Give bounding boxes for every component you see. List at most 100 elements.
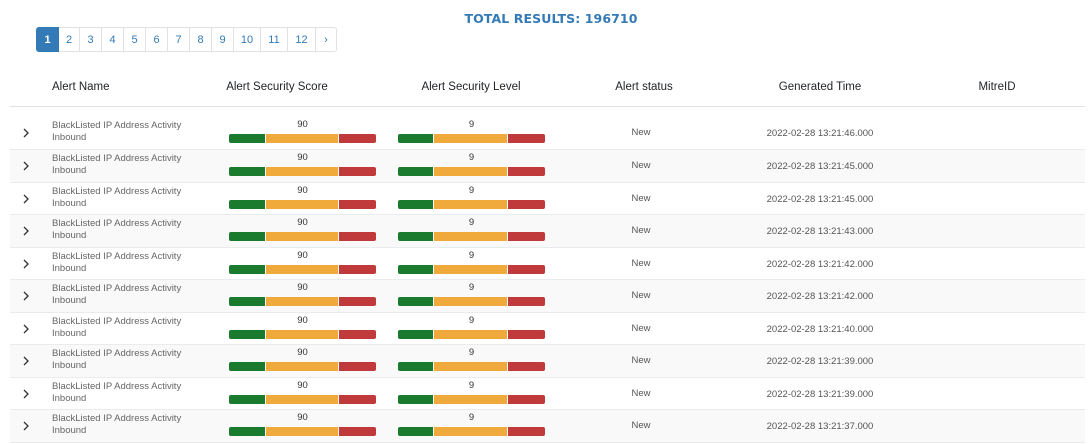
security-score-bar: 90: [229, 380, 376, 404]
security-level-bar: 9: [398, 185, 545, 209]
page-6-button[interactable]: 6: [145, 27, 168, 52]
pagination: 1 2 3 4 5 6 7 8 9 10 11 12 ›: [36, 27, 337, 52]
chevron-right-icon[interactable]: [21, 127, 31, 139]
page-10-button[interactable]: 10: [233, 27, 261, 52]
security-score-value: 90: [297, 282, 308, 293]
alert-name: BlackListed IP Address Activity Inbound: [52, 283, 182, 306]
column-header-alert-name[interactable]: Alert Name: [52, 81, 110, 93]
chevron-right-icon[interactable]: [21, 258, 31, 270]
security-level-bar: 9: [398, 412, 545, 436]
chevron-right-icon[interactable]: [21, 420, 31, 432]
status-badge: New: [631, 387, 651, 399]
security-level-value: 9: [468, 217, 475, 228]
security-level-value: 9: [468, 314, 475, 326]
bar-segment-green: [229, 394, 265, 404]
security-score-bar: 90: [229, 315, 376, 339]
page-4-button[interactable]: 4: [101, 27, 124, 52]
security-level-bar: 9: [398, 282, 545, 306]
bar-segment-green: [398, 329, 433, 339]
column-header-generated-time[interactable]: Generated Time: [779, 81, 861, 93]
bar-segment-green: [398, 167, 433, 176]
generated-time: 2022-02-28 13:21:37.000: [766, 421, 874, 432]
page-8-button[interactable]: 8: [189, 27, 212, 52]
chevron-right-icon[interactable]: [21, 193, 31, 205]
bar-segment-red: [339, 134, 376, 143]
bar-segment-orange: [266, 329, 338, 339]
bar-segment-red: [339, 394, 376, 404]
bar-segment-orange: [266, 199, 338, 209]
bar-segment-green: [229, 297, 265, 306]
alert-name: BlackListed IP Address Activity Inbound: [52, 185, 182, 209]
security-level-bar: 9: [398, 217, 545, 241]
table-row[interactable]: BlackListed IP Address Activity Inbound …: [10, 378, 1085, 410]
bar-segment-orange: [434, 329, 507, 339]
table-row[interactable]: BlackListed IP Address Activity Inbound …: [10, 313, 1085, 345]
security-score-value: 90: [297, 119, 308, 130]
chevron-right-icon[interactable]: [21, 323, 31, 335]
status-badge: New: [631, 192, 651, 204]
status-badge: New: [631, 322, 651, 334]
security-score-value: 90: [297, 249, 308, 261]
page-11-button[interactable]: 11: [260, 27, 288, 52]
bar-segment-red: [339, 167, 376, 176]
page-5-button[interactable]: 5: [123, 27, 146, 52]
bar-segment-red: [339, 362, 376, 371]
page-7-button[interactable]: 7: [167, 27, 190, 52]
table-row[interactable]: BlackListed IP Address Activity Inbound …: [10, 117, 1085, 150]
generated-time: 2022-02-28 13:21:40.000: [766, 323, 874, 335]
bar-segment-red: [508, 329, 545, 339]
alert-name: BlackListed IP Address Activity Inbound: [52, 315, 182, 339]
security-score-value: 90: [297, 184, 308, 196]
bar-segment-red: [508, 134, 545, 143]
status-badge: New: [631, 160, 651, 171]
bar-segment-green: [398, 199, 433, 209]
security-level-value: 9: [468, 347, 475, 358]
column-header-level[interactable]: Alert Security Level: [421, 81, 520, 93]
bar-segment-red: [339, 329, 376, 339]
bar-segment-green: [229, 264, 265, 274]
table-row[interactable]: BlackListed IP Address Activity Inbound …: [10, 410, 1085, 443]
generated-time: 2022-02-28 13:21:45.000: [766, 193, 874, 205]
bar-segment-red: [508, 362, 545, 371]
page-1-button[interactable]: 1: [36, 27, 59, 52]
table-row[interactable]: BlackListed IP Address Activity Inbound …: [10, 248, 1085, 280]
bar-segment-orange: [434, 362, 507, 371]
generated-time: 2022-02-28 13:21:39.000: [766, 388, 874, 400]
table-row[interactable]: BlackListed IP Address Activity Inbound …: [10, 183, 1085, 215]
security-level-value: 9: [468, 412, 475, 423]
page-3-button[interactable]: 3: [79, 27, 102, 52]
bar-segment-green: [398, 427, 433, 436]
table-row[interactable]: BlackListed IP Address Activity Inbound …: [10, 215, 1085, 248]
security-score-bar: 90: [229, 152, 376, 176]
bar-segment-orange: [266, 297, 338, 306]
next-page-button[interactable]: ›: [315, 27, 337, 52]
column-header-score[interactable]: Alert Security Score: [226, 81, 328, 93]
bar-segment-red: [508, 427, 545, 436]
bar-segment-orange: [434, 199, 507, 209]
table-row[interactable]: BlackListed IP Address Activity Inbound …: [10, 280, 1085, 313]
page-9-button[interactable]: 9: [211, 27, 234, 52]
table-row[interactable]: BlackListed IP Address Activity Inbound …: [10, 150, 1085, 183]
chevron-right-icon[interactable]: [21, 290, 31, 302]
bar-segment-green: [398, 297, 433, 306]
table-row[interactable]: BlackListed IP Address Activity Inbound …: [10, 345, 1085, 378]
column-header-status[interactable]: Alert status: [615, 81, 673, 93]
bar-segment-orange: [266, 167, 338, 176]
bar-segment-orange: [266, 134, 338, 143]
security-level-value: 9: [468, 379, 475, 391]
bar-segment-red: [339, 232, 376, 241]
bar-segment-orange: [434, 427, 507, 436]
bar-segment-green: [398, 394, 433, 404]
column-header-mitre[interactable]: MitreID: [978, 81, 1015, 93]
page-2-button[interactable]: 2: [58, 27, 80, 52]
bar-segment-green: [398, 362, 433, 371]
chevron-right-icon[interactable]: [21, 388, 31, 400]
page-12-button[interactable]: 12: [287, 27, 316, 52]
bar-segment-green: [398, 264, 433, 274]
status-badge: New: [631, 420, 651, 431]
bar-segment-orange: [266, 264, 338, 274]
bar-segment-orange: [434, 394, 507, 404]
chevron-right-icon[interactable]: [21, 225, 31, 237]
chevron-right-icon[interactable]: [21, 160, 31, 172]
chevron-right-icon[interactable]: [21, 355, 31, 367]
